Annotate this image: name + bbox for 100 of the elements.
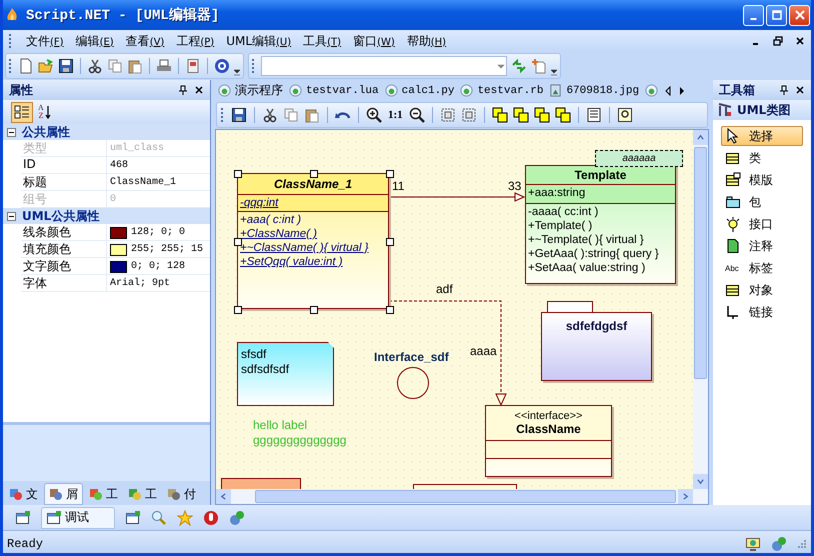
document-tab[interactable]: 6709818.jpg bbox=[549, 84, 640, 97]
scroll-down-button[interactable] bbox=[693, 474, 708, 489]
network-icon[interactable] bbox=[229, 510, 245, 526]
resize-grip-icon[interactable] bbox=[797, 538, 807, 548]
horizontal-scrollbar[interactable] bbox=[216, 489, 693, 504]
document-icon[interactable] bbox=[185, 58, 201, 74]
chevron-icon[interactable] bbox=[234, 68, 240, 76]
resize-handle[interactable] bbox=[234, 306, 242, 314]
resize-handle[interactable] bbox=[386, 306, 394, 314]
menu-item[interactable]: UML编辑(U) bbox=[226, 32, 292, 50]
document-tab[interactable]: calc1.py bbox=[384, 84, 454, 97]
vertical-scrollbar[interactable] bbox=[693, 130, 708, 489]
zoom-in-icon[interactable] bbox=[366, 107, 382, 123]
output-tab[interactable]: 调试 bbox=[41, 506, 115, 528]
star-icon[interactable] bbox=[177, 510, 193, 526]
scroll-up-button[interactable] bbox=[693, 130, 708, 145]
document-tab[interactable]: 演示程序 bbox=[218, 82, 283, 99]
zoom-out-icon[interactable] bbox=[408, 107, 425, 123]
new-file-icon[interactable] bbox=[18, 58, 34, 74]
cut-icon[interactable] bbox=[87, 58, 103, 74]
actual-size-button[interactable]: 1:1 bbox=[387, 109, 404, 121]
selection-icon[interactable] bbox=[460, 107, 477, 123]
layers-icon[interactable] bbox=[534, 107, 550, 123]
collapse-toggle[interactable] bbox=[7, 128, 16, 136]
scroll-right-button[interactable] bbox=[678, 489, 693, 504]
resize-handle[interactable] bbox=[386, 170, 394, 178]
resize-handle[interactable] bbox=[234, 170, 242, 178]
cut-icon[interactable] bbox=[262, 107, 278, 123]
panel-tab[interactable]: 付 bbox=[163, 483, 200, 505]
minimize-button[interactable] bbox=[743, 4, 764, 26]
menu-item[interactable]: 文件(F) bbox=[26, 32, 64, 50]
panel-tab[interactable]: 屑 bbox=[44, 483, 83, 505]
selection-icon[interactable] bbox=[440, 107, 456, 123]
close-icon[interactable] bbox=[795, 85, 805, 95]
document-tab[interactable]: testvar.rb bbox=[460, 84, 544, 97]
property-value[interactable]: ClassName_1 bbox=[110, 177, 176, 188]
panel-tab[interactable]: 文 bbox=[5, 483, 42, 505]
close-icon[interactable] bbox=[795, 36, 805, 46]
toolbox-item[interactable]: 接口 bbox=[721, 214, 803, 234]
toolbox-item[interactable]: 包 bbox=[721, 192, 803, 212]
categorized-button[interactable] bbox=[11, 102, 33, 122]
printer-icon[interactable] bbox=[156, 58, 172, 74]
group-title: UML公共属性 bbox=[22, 208, 100, 224]
toolbox-item[interactable]: 对象 bbox=[721, 280, 803, 300]
pin-icon[interactable] bbox=[779, 85, 789, 95]
layers-icon[interactable] bbox=[554, 107, 571, 123]
property-value[interactable]: Arial; 9pt bbox=[110, 278, 170, 289]
panel-tab[interactable]: 工 bbox=[124, 483, 161, 505]
search-icon[interactable] bbox=[151, 510, 167, 526]
resize-handle[interactable] bbox=[310, 306, 318, 314]
toolbox-item[interactable]: 类 bbox=[721, 148, 803, 168]
property-value[interactable]: 255; 255; 15 bbox=[131, 244, 204, 255]
stop-icon[interactable] bbox=[203, 510, 219, 526]
menu-item[interactable]: 窗口(W) bbox=[353, 32, 395, 50]
refresh-arrows-icon[interactable] bbox=[511, 58, 527, 74]
menu-item[interactable]: 帮助(H) bbox=[406, 32, 446, 50]
layers-icon[interactable] bbox=[492, 107, 508, 123]
document-tab[interactable]: testvar.lua bbox=[289, 84, 379, 97]
open-folder-icon[interactable] bbox=[38, 58, 54, 74]
restore-icon[interactable] bbox=[773, 36, 783, 46]
window-icon[interactable] bbox=[15, 510, 31, 526]
resize-handle[interactable] bbox=[234, 238, 242, 246]
close-icon[interactable] bbox=[194, 85, 204, 95]
maximize-button[interactable] bbox=[766, 4, 787, 26]
collapse-toggle[interactable] bbox=[7, 212, 16, 220]
menu-item[interactable]: 工具(T) bbox=[303, 32, 342, 50]
property-value[interactable]: 128; 0; 0 bbox=[131, 227, 186, 238]
sort-alphabetical-button[interactable]: A Z bbox=[35, 102, 57, 122]
toolbox-item[interactable]: 注释 bbox=[721, 236, 803, 256]
chevron-icon[interactable] bbox=[551, 68, 557, 76]
layers-icon[interactable] bbox=[512, 107, 529, 123]
toolbox-item[interactable]: 链接 bbox=[721, 302, 803, 322]
paste-icon[interactable] bbox=[127, 58, 143, 74]
scroll-left-button[interactable] bbox=[216, 489, 231, 504]
toolbox-item[interactable]: 选择 bbox=[721, 126, 803, 146]
menu-item[interactable]: 编辑(E) bbox=[76, 32, 114, 50]
globe-icon[interactable] bbox=[645, 84, 658, 97]
label-text: gggggggggggggg bbox=[253, 433, 346, 448]
toolbox-item[interactable]: 模版 bbox=[721, 170, 803, 190]
close-button[interactable] bbox=[789, 4, 810, 26]
scroll-thumb[interactable] bbox=[694, 147, 707, 379]
resize-handle[interactable] bbox=[310, 170, 318, 178]
paste-icon[interactable] bbox=[304, 107, 320, 123]
method-text: +aaa( c:int ) bbox=[240, 213, 302, 227]
scroll-right-icon[interactable] bbox=[678, 86, 686, 96]
toolbox-item[interactable]: Abc 标签 bbox=[721, 258, 803, 278]
save-icon[interactable] bbox=[231, 107, 247, 123]
window-icon[interactable] bbox=[125, 510, 141, 526]
resize-handle[interactable] bbox=[386, 238, 394, 246]
scroll-thumb[interactable] bbox=[255, 490, 676, 503]
property-value[interactable]: 468 bbox=[110, 160, 128, 170]
menu-item[interactable]: 查看(V) bbox=[126, 32, 164, 50]
save-icon[interactable] bbox=[58, 58, 74, 74]
menu-item[interactable]: 工程(P) bbox=[176, 32, 214, 50]
list-icon[interactable] bbox=[586, 107, 602, 123]
property-value[interactable]: 0; 0; 128 bbox=[131, 261, 186, 272]
panel-tab[interactable]: 工 bbox=[85, 483, 122, 505]
pin-icon[interactable] bbox=[178, 85, 188, 95]
copy-icon[interactable] bbox=[283, 107, 299, 123]
scroll-left-icon[interactable] bbox=[664, 86, 672, 96]
